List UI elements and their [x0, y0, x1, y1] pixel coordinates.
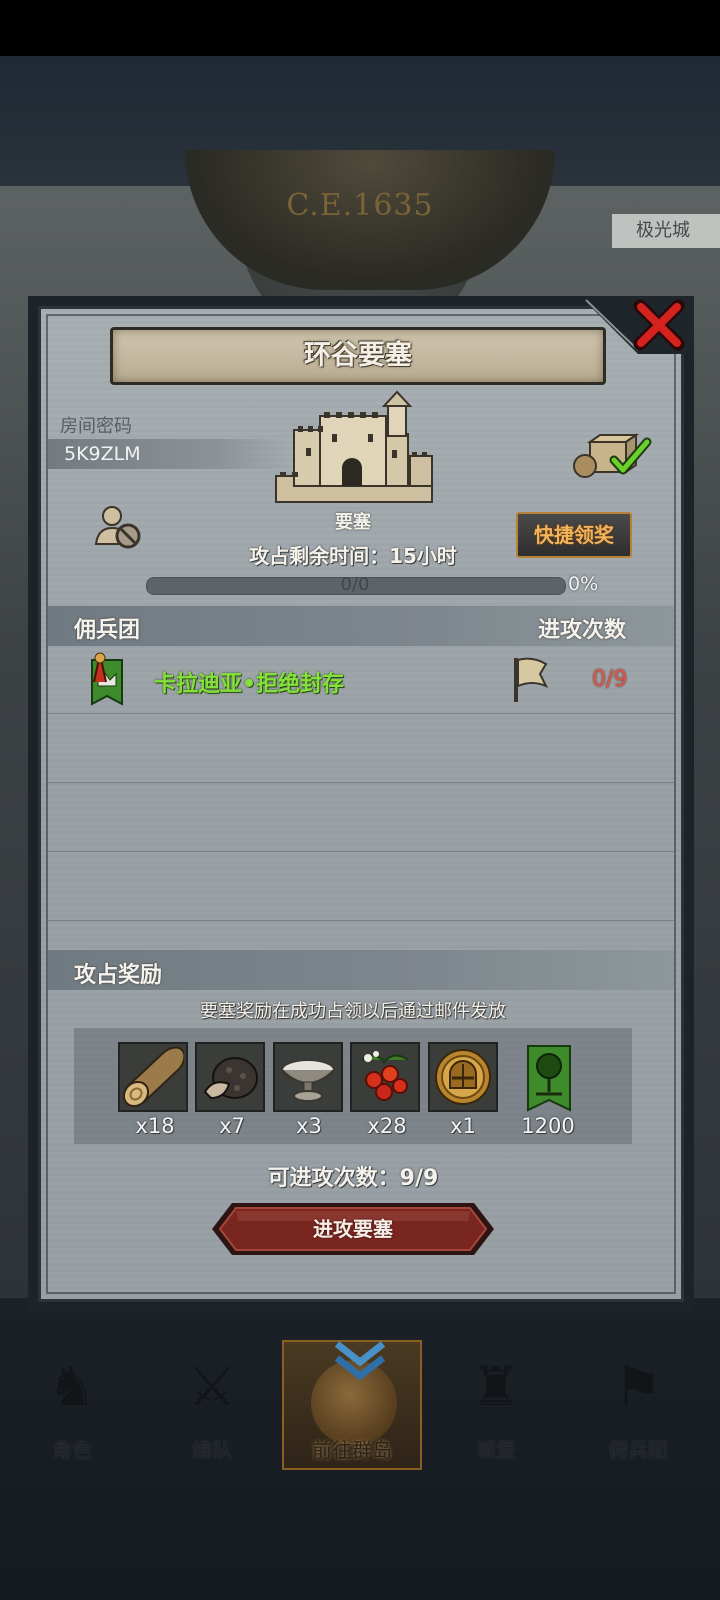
- nav-item-mercenary[interactable]: ⚑ 佣兵团: [566, 1340, 710, 1470]
- tree-banner-icon: [527, 1045, 571, 1112]
- reward-quantity: x1: [450, 1114, 476, 1138]
- location-tag[interactable]: 极光城: [612, 214, 720, 248]
- silver-bowl-icon: [281, 1059, 335, 1102]
- knight-icon: ♞: [47, 1355, 97, 1418]
- mercenary-section-title: 佣兵团: [74, 618, 141, 643]
- room-password-label: 房间密码: [60, 416, 132, 437]
- title-banner: 环谷要塞: [110, 327, 606, 385]
- reward-item-tree-banner[interactable]: [512, 1042, 582, 1112]
- rewards-note: 要塞奖励在成功占领以后通过邮件发放: [200, 1001, 506, 1022]
- knight-helmet-coin-icon: [435, 1049, 491, 1105]
- progress-percent: 0%: [568, 573, 599, 595]
- room-code[interactable]: 5K9ZLM: [64, 439, 141, 469]
- mercenary-icon: ⚑: [613, 1355, 663, 1418]
- reward-item-silver-bowl[interactable]: [273, 1042, 343, 1112]
- nav-label: 佣兵团: [608, 1438, 668, 1462]
- attacks-column-header: 进攻次数: [538, 618, 627, 643]
- dialog-title: 环谷要塞: [304, 340, 412, 371]
- no-entry-person-icon[interactable]: [94, 504, 142, 550]
- attack-fortress-label: 进攻要塞: [313, 1217, 393, 1241]
- nav-label: 角色: [52, 1438, 92, 1462]
- nav-label: 编队: [192, 1438, 232, 1462]
- quick-claim-button[interactable]: 快捷领奖: [516, 512, 632, 558]
- wood-log-icon: [122, 1046, 184, 1108]
- reward-item-helmet-coin[interactable]: [428, 1042, 498, 1112]
- chevron-down-icon: [334, 1341, 386, 1381]
- row-divider: [48, 851, 674, 852]
- reward-item-wood[interactable]: [118, 1042, 188, 1112]
- close-icon[interactable]: [632, 298, 686, 352]
- nav-item-formation[interactable]: ⚔ 编队: [140, 1340, 284, 1470]
- row-divider: [48, 920, 674, 921]
- nav-label: 前往群岛: [312, 1438, 392, 1462]
- rewards-section-title: 攻占奖励: [74, 963, 163, 988]
- nav-item-castle[interactable]: ♜ 城堡: [424, 1340, 568, 1470]
- fortress-icon: [275, 390, 433, 503]
- available-attack-count: 可进攻次数：9/9: [267, 1166, 439, 1191]
- nav-item-role[interactable]: ♞ 角色: [0, 1340, 144, 1470]
- castle-icon: ♜: [471, 1355, 521, 1418]
- mercenary-attack-count: 0/9: [592, 667, 628, 692]
- status-bar: [0, 0, 720, 56]
- row-divider: [48, 713, 674, 714]
- formation-icon: ⚔: [187, 1355, 237, 1418]
- reward-item-berries[interactable]: [350, 1042, 420, 1112]
- reward-item-truffle[interactable]: [195, 1042, 265, 1112]
- reward-quantity: x3: [296, 1114, 322, 1138]
- mercenary-name: 卡拉迪亚•拒绝封存: [154, 672, 345, 697]
- truffle-icon: [203, 1057, 258, 1100]
- row-divider: [48, 782, 674, 783]
- mercenary-row[interactable]: [48, 650, 674, 712]
- guild-banner-icon: [91, 652, 123, 706]
- nav-label: 城堡: [476, 1438, 516, 1462]
- reward-quantity: 1200: [521, 1114, 575, 1138]
- quick-claim-label: 快捷领奖: [534, 523, 614, 547]
- supply-bag-check-icon[interactable]: [572, 432, 654, 480]
- flag-icon: [514, 657, 549, 702]
- progress-count: 0/0: [340, 574, 370, 595]
- berries-icon: [361, 1051, 409, 1101]
